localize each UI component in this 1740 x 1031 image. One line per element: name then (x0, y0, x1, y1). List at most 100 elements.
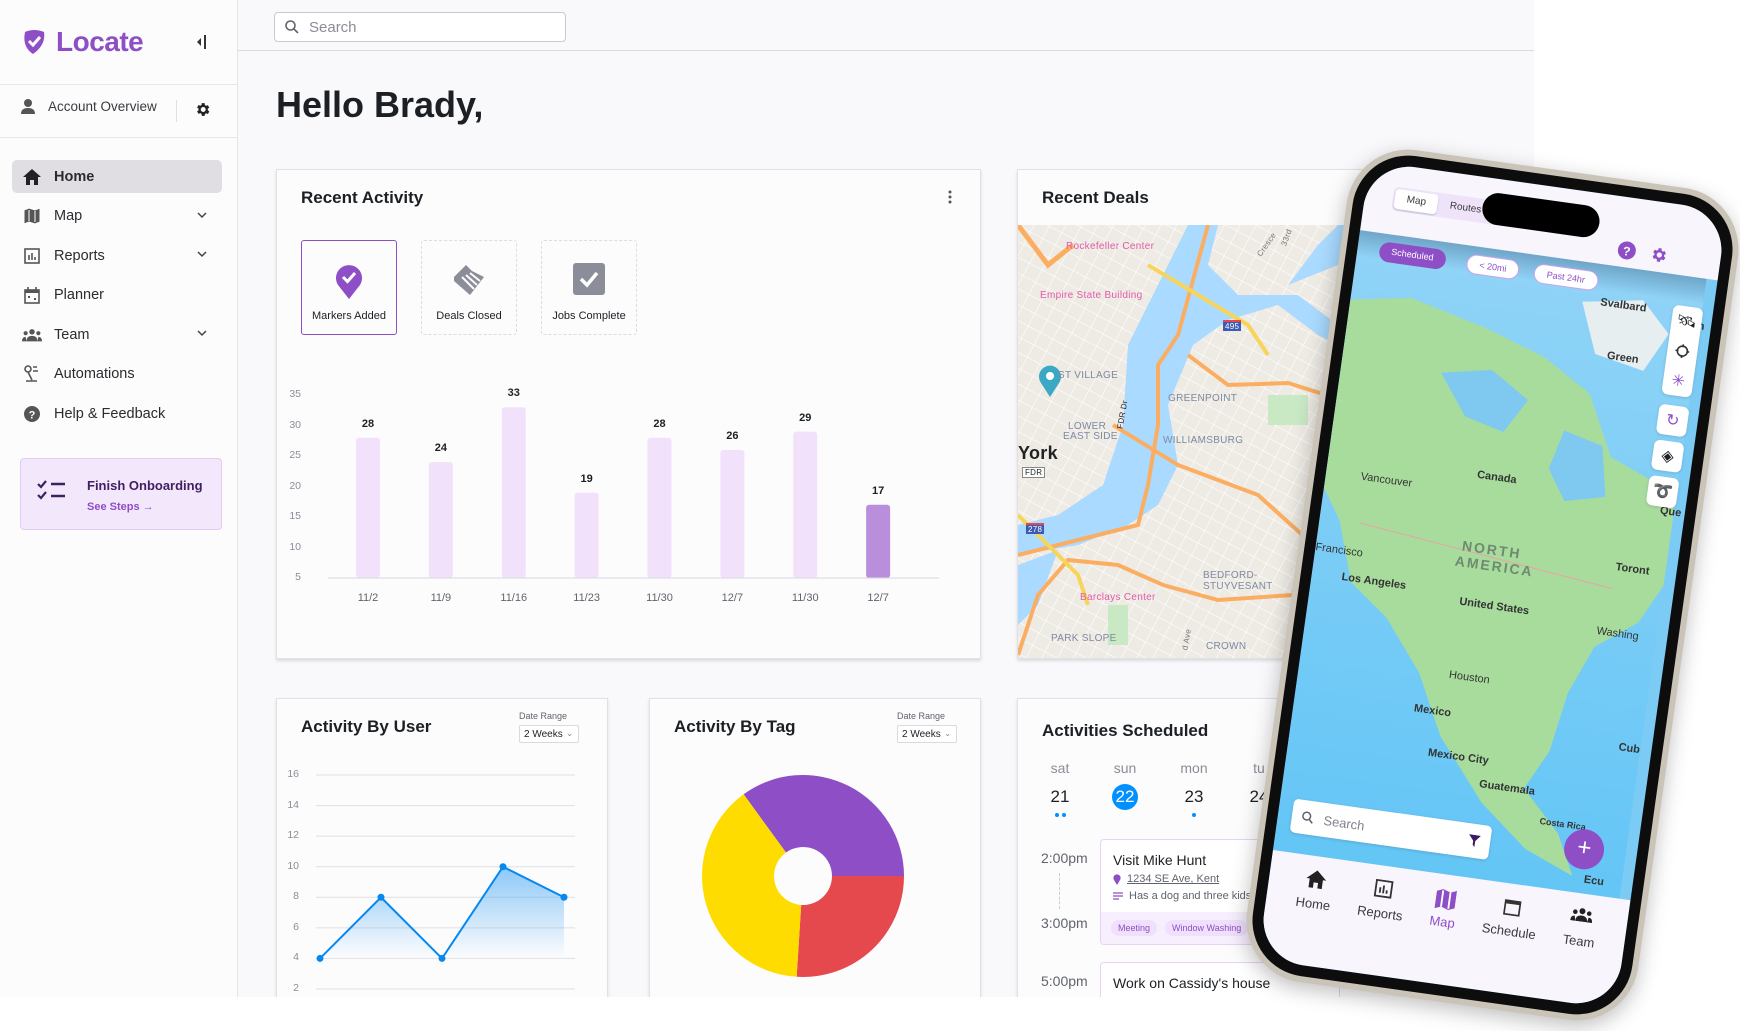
satellite-icon[interactable]: 🛰 (1674, 305, 1698, 338)
automations-icon (22, 364, 42, 384)
x-tick-label: 11/9 (430, 592, 452, 604)
bar[interactable] (501, 407, 526, 578)
team-icon (22, 325, 42, 345)
bar[interactable] (793, 431, 818, 578)
chevron-down-icon[interactable] (196, 209, 208, 221)
bar-value-label: 26 (726, 429, 739, 442)
data-point[interactable] (560, 893, 568, 901)
event-note: Has a dog and three kids (1129, 890, 1252, 902)
donut-slice[interactable] (796, 876, 904, 977)
y-tick-label: 8 (293, 890, 299, 903)
map-label: CROWN (1206, 641, 1247, 652)
collapse-sidebar-icon[interactable] (194, 32, 208, 52)
sidebar-item-help[interactable]: ? Help & Feedback (12, 397, 222, 430)
map-label: GREENPOINT (1168, 393, 1238, 404)
divider (0, 84, 238, 85)
see-steps-link[interactable]: See Steps → (87, 501, 154, 513)
phone-nav-reports[interactable]: Reports (1349, 877, 1407, 978)
sidebar-item-team[interactable]: Team (12, 318, 222, 351)
time-label: 3:00pm (1041, 915, 1088, 931)
map-label: BEDFORD- (1203, 570, 1258, 581)
day-number-selected: 22 (1112, 784, 1138, 810)
locate-icon[interactable] (1673, 335, 1691, 367)
y-tick-label: 2 (293, 982, 299, 994)
help-icon: ? (22, 404, 42, 424)
sidebar-item-label: Reports (54, 247, 105, 264)
y-tick-label: 12 (287, 829, 299, 842)
gear-icon[interactable] (1648, 245, 1668, 265)
bar[interactable] (720, 449, 745, 578)
y-tick-label: 16 (287, 768, 299, 780)
sidebar-item-planner[interactable]: Planner (12, 279, 222, 312)
lasso-icon: ➰ (1651, 482, 1674, 503)
map-label: WILLIAMSBURG (1163, 435, 1244, 446)
data-point[interactable] (377, 893, 385, 901)
map-label: ST VILLAGE (1058, 370, 1119, 381)
activity-by-user-card: Activity By User Date Range 2 Weeks ⌄ 16 1… (276, 698, 608, 997)
timeline-connector (1059, 873, 1060, 909)
finish-onboarding-card[interactable]: Finish Onboarding See Steps → (20, 458, 222, 530)
bar[interactable] (866, 504, 891, 578)
day-sat[interactable]: sat 21 (1035, 760, 1085, 817)
x-tick-label: 12/7 (867, 592, 889, 604)
account-overview-link[interactable]: Account Overview (20, 98, 157, 114)
filter-icon[interactable] (1467, 834, 1481, 848)
phone-nav-map[interactable]: Map (1421, 887, 1459, 986)
bar[interactable] (356, 437, 380, 578)
lasso-button[interactable]: ➰ (1645, 474, 1680, 509)
activity-by-tag-card: Activity By Tag Date Range 2 Weeks ⌄ (649, 698, 981, 997)
search-icon (1302, 811, 1313, 824)
sidebar-item-automations[interactable]: Automations (12, 358, 222, 391)
phone-nav-schedule[interactable]: Schedule (1473, 894, 1540, 997)
refresh-button[interactable]: ↻ (1655, 403, 1690, 438)
chevron-down-icon[interactable] (196, 248, 208, 260)
bar[interactable] (428, 462, 453, 578)
sidebar-item-label: Automations (54, 366, 135, 382)
bar[interactable] (574, 492, 599, 578)
bar-value-label: 19 (580, 472, 593, 485)
phone-nav-team[interactable]: Team (1554, 906, 1599, 1005)
day-mon[interactable]: mon 23 (1169, 760, 1219, 817)
event-dots (1169, 813, 1219, 817)
card-title: Recent Deals (1042, 188, 1149, 207)
tab-map[interactable]: Map (1393, 188, 1440, 215)
x-tick-label: 11/2 (357, 592, 379, 604)
x-tick-label: 12/7 (721, 592, 744, 604)
phone-nav-home[interactable]: Home (1287, 868, 1335, 968)
bar[interactable] (647, 437, 672, 578)
nav-label: Team (1561, 931, 1596, 951)
sidebar: Locate Account Overview Home Map Reports… (0, 0, 238, 997)
compass-icon[interactable]: ✳ (1669, 365, 1686, 397)
activity-line-chart: 16 14 12 10 8 6 4 2 (277, 699, 609, 997)
sidebar-item-reports[interactable]: Reports (12, 239, 222, 272)
chevron-down-icon[interactable] (196, 327, 208, 339)
day-name: sun (1113, 760, 1137, 776)
logo[interactable]: Locate (22, 26, 144, 58)
locate-logo-icon (24, 30, 45, 54)
y-tick-label: 6 (293, 920, 299, 933)
map-label: STUYVESANT (1203, 581, 1273, 592)
map-label: FDR (1022, 467, 1046, 478)
search-input[interactable]: Search (274, 12, 566, 42)
search-placeholder: Search (309, 18, 357, 36)
data-point[interactable] (438, 954, 446, 962)
sidebar-item-map[interactable]: Map (12, 200, 222, 233)
sidebar-item-home[interactable]: Home (12, 160, 222, 193)
map-label: Rockefeller Center (1066, 241, 1155, 252)
map-label: York (1018, 443, 1058, 463)
map-label: PARK SLOPE (1051, 633, 1117, 644)
data-point[interactable] (316, 954, 324, 962)
event-address[interactable]: 1234 SE Ave, Kent (1127, 873, 1219, 885)
x-tick-label: 11/23 (573, 592, 600, 604)
layers-icon: ◈ (1660, 447, 1675, 466)
data-point[interactable] (499, 863, 507, 871)
sidebar-item-label: Planner (54, 287, 104, 303)
gear-icon[interactable] (194, 101, 211, 118)
bar-value-label: 33 (507, 387, 520, 400)
layers-button[interactable]: ◈ (1650, 439, 1685, 474)
day-sun[interactable]: sun 22 (1100, 760, 1150, 810)
tag-chip: Meeting (1111, 920, 1158, 936)
refresh-icon: ↻ (1664, 411, 1681, 431)
notes-icon (1113, 892, 1123, 900)
help-icon[interactable]: ? (1617, 240, 1637, 260)
